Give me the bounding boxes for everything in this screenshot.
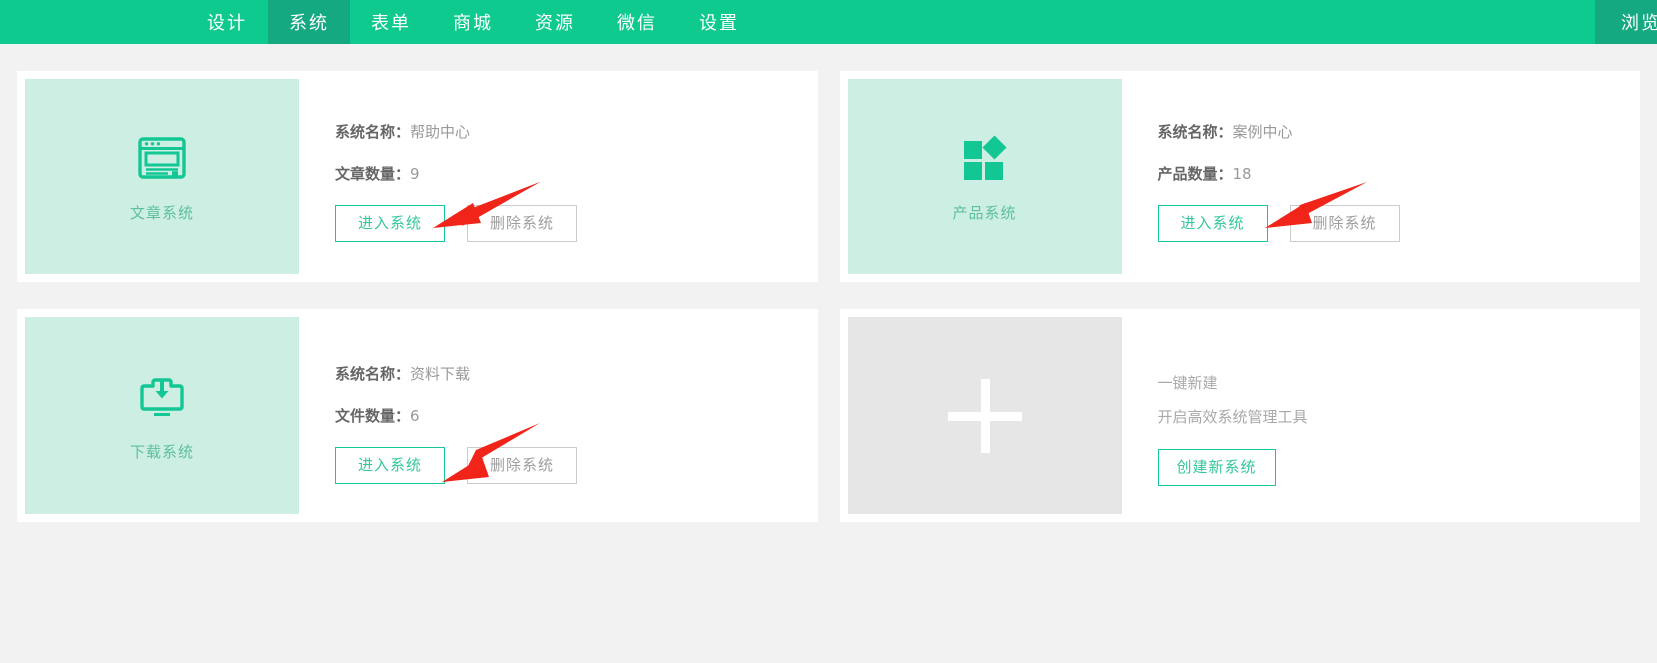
- create-system-card[interactable]: 一键新建 开启高效系统管理工具 创建新系统: [839, 309, 1641, 522]
- system-card-download[interactable]: 下载系统 系统名称：资料下载 文件数量：6 进入系统 删除系统: [17, 309, 818, 522]
- create-card-info: 一键新建 开启高效系统管理工具 创建新系统: [1122, 309, 1641, 522]
- nav-item-mall[interactable]: 商城: [432, 0, 514, 44]
- system-name-line: 系统名称：资料下载: [335, 363, 818, 384]
- system-name-value: 案例中心: [1232, 123, 1293, 141]
- enter-system-button[interactable]: 进入系统: [1157, 205, 1268, 242]
- card-info: 系统名称：资料下载 文件数量：6 进入系统 删除系统: [299, 309, 818, 522]
- systems-page: 文章系统 系统名称：帮助中心 文章数量：9 进入系统 删除系统 产品系统 系统名…: [0, 71, 1657, 522]
- article-window-icon: [134, 130, 190, 186]
- system-name-line: 系统名称：帮助中心: [335, 121, 818, 142]
- card-info: 系统名称：案例中心 产品数量：18 进入系统 删除系统: [1122, 71, 1641, 282]
- nav-item-form[interactable]: 表单: [350, 0, 432, 44]
- card-row-2: 下载系统 系统名称：资料下载 文件数量：6 进入系统 删除系统 一键新建 开启高…: [17, 309, 1640, 522]
- card-thumbnail: 产品系统: [847, 79, 1122, 274]
- nav-item-system[interactable]: 系统: [268, 0, 350, 44]
- system-count-line: 文章数量：9: [335, 163, 818, 184]
- nav-item-label: 浏览: [1621, 13, 1657, 34]
- system-count-label: 文件数量：: [335, 407, 411, 425]
- card-row-1: 文章系统 系统名称：帮助中心 文章数量：9 进入系统 删除系统 产品系统 系统名…: [17, 71, 1640, 282]
- system-name-line: 系统名称：案例中心: [1158, 121, 1641, 142]
- create-card-thumbnail: [847, 317, 1122, 514]
- system-count-value: 6: [410, 407, 420, 425]
- delete-system-button[interactable]: 删除系统: [1289, 205, 1400, 242]
- enter-system-button[interactable]: 进入系统: [335, 205, 446, 242]
- card-button-row: 进入系统 删除系统: [1157, 205, 1641, 242]
- system-name-value: 帮助中心: [410, 123, 471, 141]
- nav-left-spacer: [0, 0, 186, 44]
- system-name-label: 系统名称：: [1157, 123, 1233, 141]
- card-thumbnail-label: 文章系统: [129, 204, 194, 222]
- card-thumbnail: 文章系统: [25, 79, 299, 274]
- create-card-subtitle: 开启高效系统管理工具: [1157, 408, 1308, 426]
- card-button-row: 进入系统 删除系统: [335, 205, 818, 242]
- nav-item-browse[interactable]: 浏览: [1595, 0, 1657, 44]
- enter-system-button[interactable]: 进入系统: [335, 447, 446, 484]
- nav-item-settings[interactable]: 设置: [678, 0, 760, 44]
- create-card-title: 一键新建: [1157, 374, 1218, 392]
- delete-system-button[interactable]: 删除系统: [467, 447, 578, 484]
- card-thumbnail-label: 产品系统: [952, 204, 1017, 222]
- nav-item-label: 微信: [617, 13, 657, 34]
- nav-item-resource[interactable]: 资源: [514, 0, 596, 44]
- card-thumbnail: 下载系统: [25, 317, 299, 514]
- system-name-value: 资料下载: [410, 365, 471, 383]
- nav-item-label: 资源: [535, 13, 575, 34]
- system-name-label: 系统名称：: [335, 123, 411, 141]
- system-count-label: 文章数量：: [335, 165, 411, 183]
- nav-item-wechat[interactable]: 微信: [596, 0, 678, 44]
- nav-item-design[interactable]: 设计: [186, 0, 268, 44]
- nav-item-label: 设计: [207, 13, 247, 34]
- delete-system-button[interactable]: 删除系统: [467, 205, 578, 242]
- card-button-row: 进入系统 删除系统: [335, 447, 818, 484]
- system-count-line: 产品数量：18: [1158, 163, 1641, 184]
- nav-item-label: 设置: [699, 13, 739, 34]
- system-count-value: 18: [1232, 165, 1252, 183]
- nav-flex-spacer: [760, 0, 1595, 44]
- system-count-label: 产品数量：: [1157, 165, 1233, 183]
- system-count-value: 9: [410, 165, 420, 183]
- card-thumbnail-label: 下载系统: [129, 443, 194, 461]
- create-card-button-row: 创建新系统: [1157, 440, 1641, 486]
- create-new-system-button[interactable]: 创建新系统: [1157, 449, 1276, 486]
- nav-item-label: 系统: [289, 13, 329, 34]
- nav-item-label: 表单: [371, 13, 411, 34]
- nav-item-list: 设计 系统 表单 商城 资源 微信 设置: [186, 0, 760, 44]
- system-name-label: 系统名称：: [335, 365, 411, 383]
- download-monitor-icon: [134, 369, 190, 425]
- system-card-article[interactable]: 文章系统 系统名称：帮助中心 文章数量：9 进入系统 删除系统: [17, 71, 818, 282]
- card-info: 系统名称：帮助中心 文章数量：9 进入系统 删除系统: [299, 71, 818, 282]
- system-count-line: 文件数量：6: [335, 405, 818, 426]
- product-squares-icon: [957, 130, 1013, 186]
- nav-item-label: 商城: [453, 13, 493, 34]
- top-navigation-bar: 设计 系统 表单 商城 资源 微信 设置 浏览: [0, 0, 1657, 44]
- system-card-product[interactable]: 产品系统 系统名称：案例中心 产品数量：18 进入系统 删除系统: [839, 71, 1641, 282]
- plus-icon: [947, 378, 1022, 453]
